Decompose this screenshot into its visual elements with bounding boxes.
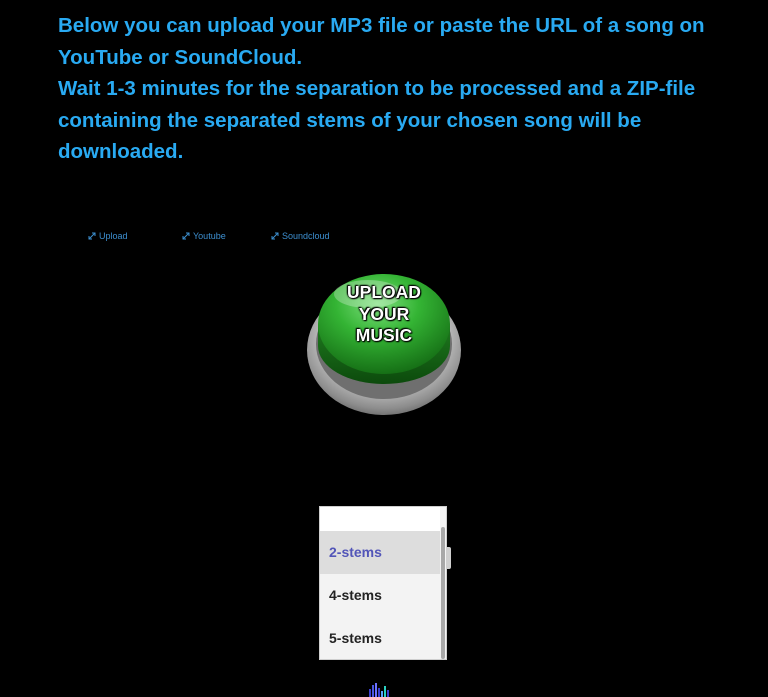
option-2-stems[interactable]: 2-stems — [320, 531, 446, 574]
tab-upload[interactable]: Upload — [88, 231, 128, 241]
option-5-stems[interactable]: 5-stems — [320, 617, 446, 659]
tab-youtube-label: Youtube — [193, 231, 226, 241]
upload-music-button[interactable]: UPLOAD YOUR MUSIC — [304, 262, 464, 422]
tab-soundcloud-label: Soundcloud — [282, 231, 330, 241]
select-edge-handle — [447, 547, 451, 569]
stems-select[interactable]: 2-stems 4-stems 5-stems — [319, 506, 447, 660]
tab-youtube[interactable]: Youtube — [182, 231, 226, 241]
source-tabs: Upload Youtube Soundcloud — [0, 231, 768, 247]
intro-line-1: Below you can upload your MP3 file or pa… — [58, 14, 705, 69]
tab-soundcloud[interactable]: Soundcloud — [271, 231, 330, 241]
intro-line-2: Wait 1-3 minutes for the separation to b… — [58, 77, 696, 163]
expand-arrow-icon — [182, 232, 190, 240]
equalizer-icon — [369, 683, 389, 697]
tab-upload-label: Upload — [99, 231, 128, 241]
list-top-padding — [320, 507, 446, 531]
intro-text: Below you can upload your MP3 file or pa… — [58, 10, 738, 168]
green-push-button-graphic — [307, 274, 461, 415]
scrollbar-track[interactable] — [440, 507, 446, 659]
scrollbar-thumb[interactable] — [441, 527, 445, 659]
expand-arrow-icon — [88, 232, 96, 240]
expand-arrow-icon — [271, 232, 279, 240]
option-4-stems[interactable]: 4-stems — [320, 574, 446, 617]
